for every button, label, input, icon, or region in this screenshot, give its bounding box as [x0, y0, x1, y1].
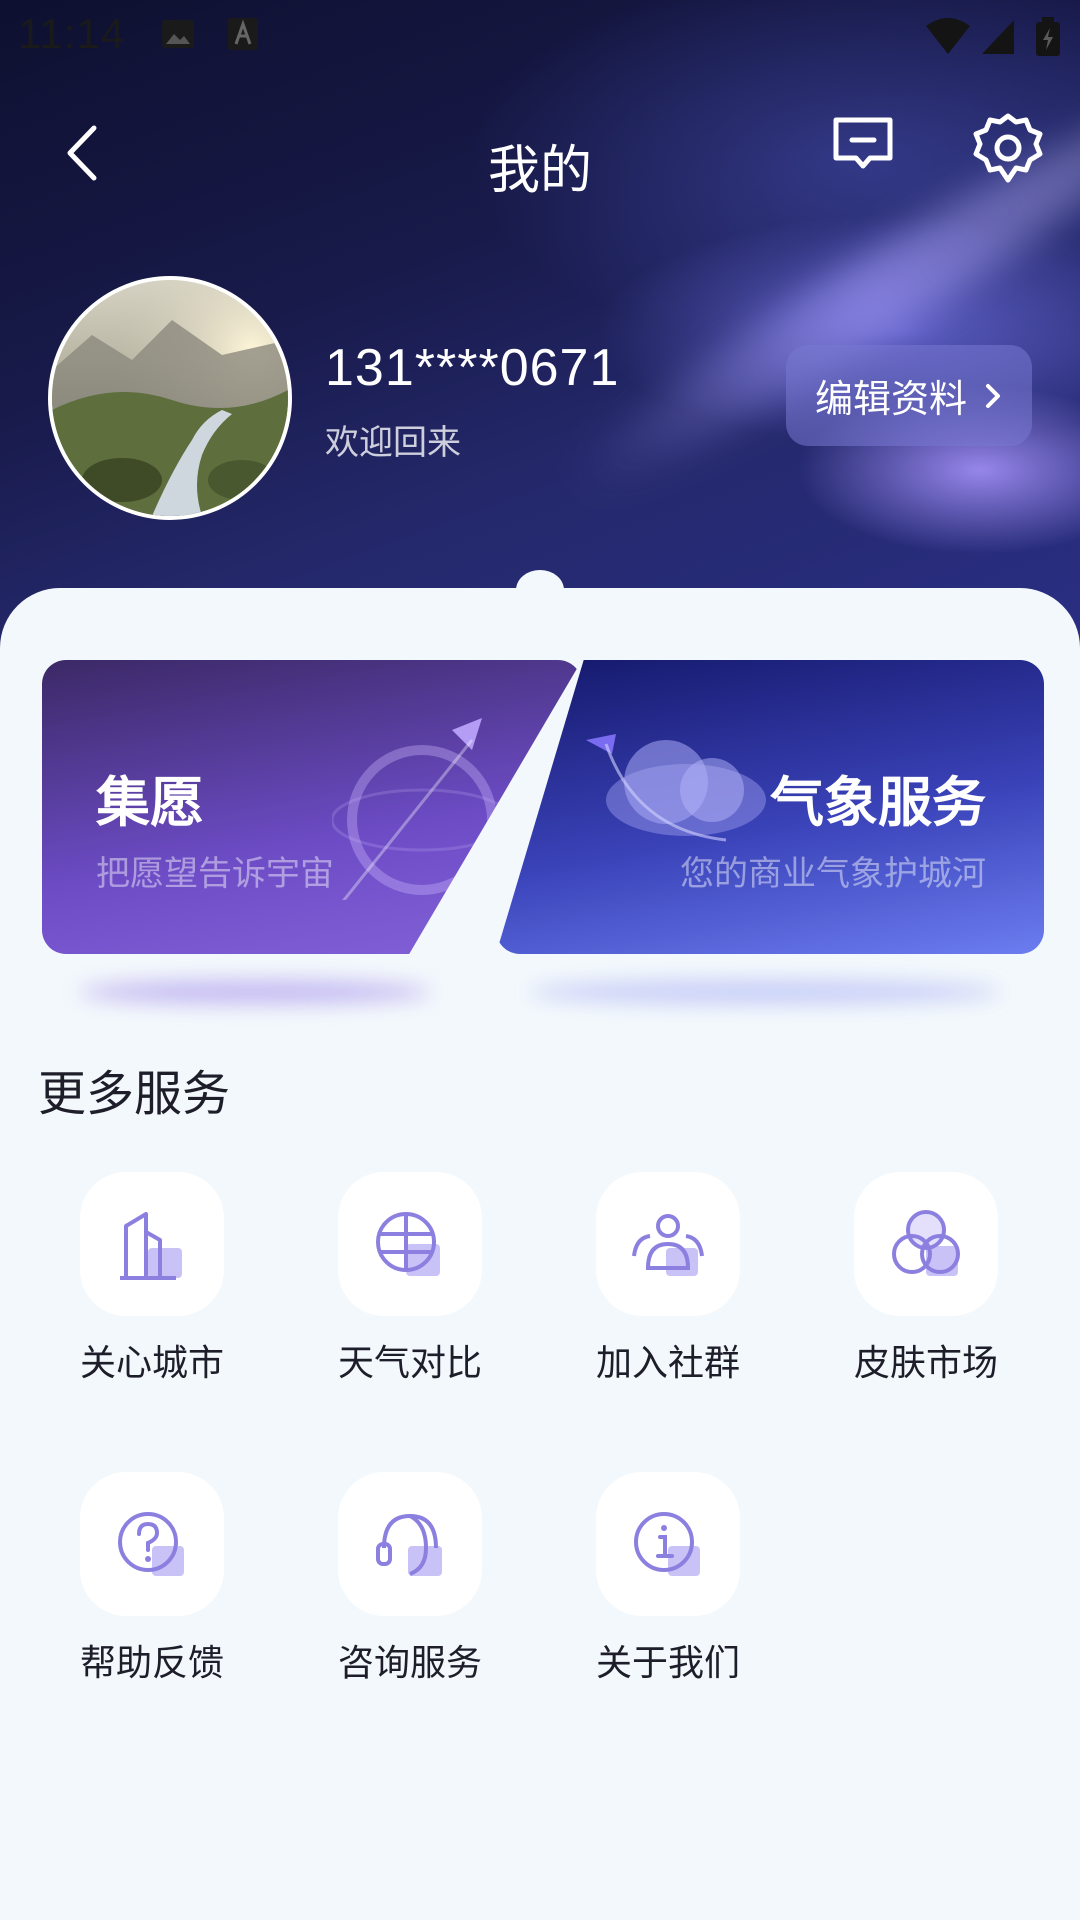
- service-label: 皮肤市场: [853, 1342, 998, 1383]
- service-care-city[interactable]: 关心城市: [72, 1172, 232, 1386]
- service-help-feedback[interactable]: 帮助反馈: [72, 1472, 232, 1686]
- weather-card-title: 气象服务: [770, 773, 986, 833]
- service-icon-box: [596, 1172, 740, 1316]
- top-navigation-bar: 我的: [0, 110, 1080, 200]
- weather-card-subtitle: 您的商业气象护城河: [680, 855, 986, 893]
- service-about-us[interactable]: 关于我们: [588, 1472, 748, 1686]
- community-icon: [632, 1214, 704, 1276]
- headset-icon: [376, 1513, 442, 1576]
- wifi-icon: [926, 18, 970, 54]
- username: 131****0671: [325, 339, 620, 397]
- service-icon-box: [338, 1472, 482, 1616]
- service-consulting[interactable]: 咨询服务: [330, 1472, 490, 1686]
- globe-compare-icon: [376, 1212, 440, 1276]
- weather-service-card[interactable]: 气象服务 您的商业气象护城河: [496, 660, 1044, 954]
- service-weather-compare[interactable]: 天气对比: [330, 1172, 490, 1386]
- service-label: 帮助反馈: [79, 1642, 224, 1683]
- service-icon-box: [80, 1472, 224, 1616]
- battery-icon: [1036, 17, 1060, 56]
- info-icon: [634, 1512, 700, 1576]
- message-icon[interactable]: [828, 110, 898, 180]
- edit-profile-button[interactable]: 编辑资料: [786, 345, 1032, 446]
- image-notification-icon: [162, 20, 194, 48]
- welcome-text: 欢迎回来: [325, 424, 461, 462]
- service-icon-box: [80, 1172, 224, 1316]
- wish-card-shadow: [80, 980, 430, 1004]
- edit-profile-label: 编辑资料: [814, 379, 967, 421]
- satellite-cloud-icon: [586, 734, 766, 842]
- app-notification-icon: [228, 18, 258, 50]
- service-icon-box: [338, 1172, 482, 1316]
- service-icon-box: [596, 1472, 740, 1616]
- weather-card-shadow: [530, 980, 1000, 1004]
- more-services-title: 更多服务: [38, 1068, 231, 1121]
- service-icon-box: [854, 1172, 998, 1316]
- page-title: 我的: [487, 142, 592, 200]
- service-label: 加入社群: [595, 1342, 740, 1383]
- wish-card-subtitle: 把愿望告诉宇宙: [96, 855, 334, 893]
- service-label: 天气对比: [337, 1342, 482, 1383]
- service-label: 关于我们: [595, 1642, 740, 1683]
- building-icon: [120, 1212, 182, 1280]
- service-label: 关心城市: [79, 1342, 224, 1383]
- service-join-community[interactable]: 加入社群: [588, 1172, 748, 1386]
- service-skin-market[interactable]: 皮肤市场: [846, 1172, 1006, 1386]
- settings-gear-icon[interactable]: [970, 110, 1046, 186]
- question-icon: [118, 1512, 184, 1576]
- status-time: 11:14: [18, 10, 125, 57]
- skin-circles-icon: [892, 1210, 960, 1276]
- chevron-right-icon: [986, 383, 1000, 408]
- service-label: 咨询服务: [337, 1642, 482, 1683]
- avatar-landscape-image: [52, 280, 288, 516]
- wish-card-title: 集愿: [96, 773, 204, 833]
- cellular-signal-icon: [982, 20, 1014, 54]
- sheet-notch: [516, 570, 564, 610]
- avatar[interactable]: [48, 276, 292, 520]
- status-bar: 11:14: [0, 0, 1080, 72]
